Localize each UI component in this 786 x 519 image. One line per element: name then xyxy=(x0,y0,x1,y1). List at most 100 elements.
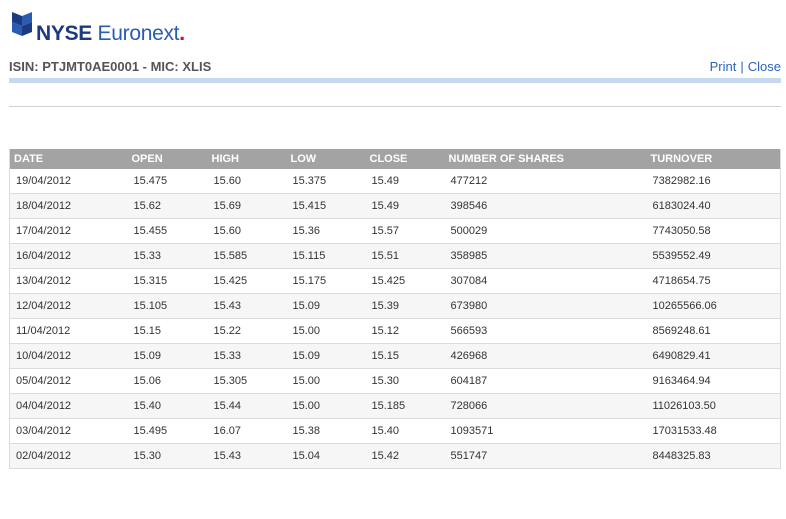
cell-number-of-shares: 673980 xyxy=(444,293,647,319)
cell-open: 15.475 xyxy=(127,169,208,194)
cell-number-of-shares: 604187 xyxy=(444,368,647,394)
cell-close: 15.30 xyxy=(365,368,445,394)
table-header-row: DATE OPEN HIGH LOW CLOSE NUMBER OF SHARE… xyxy=(9,149,781,169)
table-row: 13/04/2012 15.315 15.425 15.175 15.425 307084… xyxy=(9,268,781,294)
cell-close: 15.57 xyxy=(365,218,445,244)
cell-turnover: 9163464.94 xyxy=(646,368,781,394)
cell-number-of-shares: 398546 xyxy=(444,193,647,219)
isin-mic-title: ISIN: PTJMT0AE0001 - MIC: XLIS xyxy=(9,59,212,74)
table-row: 19/04/2012 15.475 15.60 15.375 15.49 477212 73… xyxy=(9,169,781,194)
cell-turnover: 17031533.48 xyxy=(646,418,781,444)
cell-number-of-shares: 477212 xyxy=(444,169,647,194)
brand-name-dot: . xyxy=(179,22,185,45)
cell-turnover: 6490829.41 xyxy=(646,343,781,369)
cell-low: 15.04 xyxy=(286,443,366,469)
cell-low: 15.00 xyxy=(286,393,366,419)
column-header-number-of-shares: NUMBER OF SHARES xyxy=(444,149,647,169)
cell-number-of-shares: 1093571 xyxy=(444,418,647,444)
cell-turnover: 7382982.16 xyxy=(646,169,781,194)
cell-open: 15.06 xyxy=(127,368,208,394)
cell-open: 15.33 xyxy=(127,243,208,269)
cell-high: 15.425 xyxy=(207,268,287,294)
cell-date: 10/04/2012 xyxy=(9,343,128,369)
page-header: ISIN: PTJMT0AE0001 - MIC: XLIS Print | Clo… xyxy=(9,59,781,77)
cell-date: 11/04/2012 xyxy=(9,318,128,344)
brand-name-part1: NYSE xyxy=(36,22,92,45)
cell-date: 04/04/2012 xyxy=(9,393,128,419)
cell-low: 15.09 xyxy=(286,293,366,319)
header-accent-bar xyxy=(9,78,781,83)
cell-number-of-shares: 551747 xyxy=(444,443,647,469)
column-header-close: CLOSE xyxy=(365,149,445,169)
cell-close: 15.51 xyxy=(365,243,445,269)
cell-low: 15.375 xyxy=(286,169,366,194)
nyse-euronext-logo-icon xyxy=(12,12,32,36)
table-header: DATE OPEN HIGH LOW CLOSE NUMBER OF SHARE… xyxy=(9,149,781,169)
cell-turnover: 10265566.06 xyxy=(646,293,781,319)
cell-high: 15.44 xyxy=(207,393,287,419)
cell-high: 15.60 xyxy=(207,169,287,194)
cell-low: 15.36 xyxy=(286,218,366,244)
cell-close: 15.425 xyxy=(365,268,445,294)
cell-close: 15.12 xyxy=(365,318,445,344)
cell-number-of-shares: 500029 xyxy=(444,218,647,244)
cell-high: 15.60 xyxy=(207,218,287,244)
cell-date: 17/04/2012 xyxy=(9,218,128,244)
cell-number-of-shares: 566593 xyxy=(444,318,647,344)
table-row: 05/04/2012 15.06 15.305 15.00 15.30 604187 916… xyxy=(9,368,781,394)
table-row: 11/04/2012 15.15 15.22 15.00 15.12 566593 8569… xyxy=(9,318,781,344)
brand-wordmark: NYSE Euronext. xyxy=(36,22,185,46)
link-separator: | xyxy=(740,59,744,74)
cell-open: 15.40 xyxy=(127,393,208,419)
table-row: 16/04/2012 15.33 15.585 15.115 15.51 358985 55… xyxy=(9,243,781,269)
close-link[interactable]: Close xyxy=(748,59,781,74)
cell-high: 15.69 xyxy=(207,193,287,219)
cell-turnover: 8569248.61 xyxy=(646,318,781,344)
table-row: 18/04/2012 15.62 15.69 15.415 15.49 398546 618… xyxy=(9,193,781,219)
cell-close: 15.49 xyxy=(365,193,445,219)
cell-turnover: 4718654.75 xyxy=(646,268,781,294)
cell-high: 16.07 xyxy=(207,418,287,444)
cell-close: 15.15 xyxy=(365,343,445,369)
cell-date: 19/04/2012 xyxy=(9,169,128,194)
cell-number-of-shares: 728066 xyxy=(444,393,647,419)
cell-date: 03/04/2012 xyxy=(9,418,128,444)
cell-turnover: 7743050.58 xyxy=(646,218,781,244)
cell-open: 15.15 xyxy=(127,318,208,344)
print-link[interactable]: Print xyxy=(710,59,737,74)
table-body: 19/04/2012 15.475 15.60 15.375 15.49 477212 73… xyxy=(9,169,781,469)
cell-low: 15.00 xyxy=(286,318,366,344)
cell-open: 15.30 xyxy=(127,443,208,469)
cell-date: 18/04/2012 xyxy=(9,193,128,219)
column-header-high: HIGH xyxy=(207,149,287,169)
table-row: 02/04/2012 15.30 15.43 15.04 15.42 551747 8448… xyxy=(9,443,781,469)
cell-number-of-shares: 358985 xyxy=(444,243,647,269)
cell-low: 15.38 xyxy=(286,418,366,444)
cell-open: 15.09 xyxy=(127,343,208,369)
column-header-turnover: TURNOVER xyxy=(646,149,781,169)
cell-turnover: 5539552.49 xyxy=(646,243,781,269)
cell-low: 15.175 xyxy=(286,268,366,294)
column-header-date: DATE xyxy=(9,149,128,169)
cell-open: 15.315 xyxy=(127,268,208,294)
cell-turnover: 6183024.40 xyxy=(646,193,781,219)
cell-date: 13/04/2012 xyxy=(9,268,128,294)
header-links: Print | Close xyxy=(710,59,781,74)
cell-high: 15.585 xyxy=(207,243,287,269)
brand-name-part2: Euronext xyxy=(97,22,180,45)
cell-open: 15.105 xyxy=(127,293,208,319)
column-header-open: OPEN xyxy=(127,149,208,169)
cell-high: 15.33 xyxy=(207,343,287,369)
cell-high: 15.43 xyxy=(207,293,287,319)
table-row: 10/04/2012 15.09 15.33 15.09 15.15 426968 6490… xyxy=(9,343,781,369)
cell-high: 15.22 xyxy=(207,318,287,344)
cell-date: 05/04/2012 xyxy=(9,368,128,394)
cell-close: 15.39 xyxy=(365,293,445,319)
cell-open: 15.455 xyxy=(127,218,208,244)
divider xyxy=(9,106,781,107)
cell-open: 15.495 xyxy=(127,418,208,444)
cell-close: 15.49 xyxy=(365,169,445,194)
cell-turnover: 8448325.83 xyxy=(646,443,781,469)
cell-close: 15.42 xyxy=(365,443,445,469)
column-header-low: LOW xyxy=(286,149,366,169)
